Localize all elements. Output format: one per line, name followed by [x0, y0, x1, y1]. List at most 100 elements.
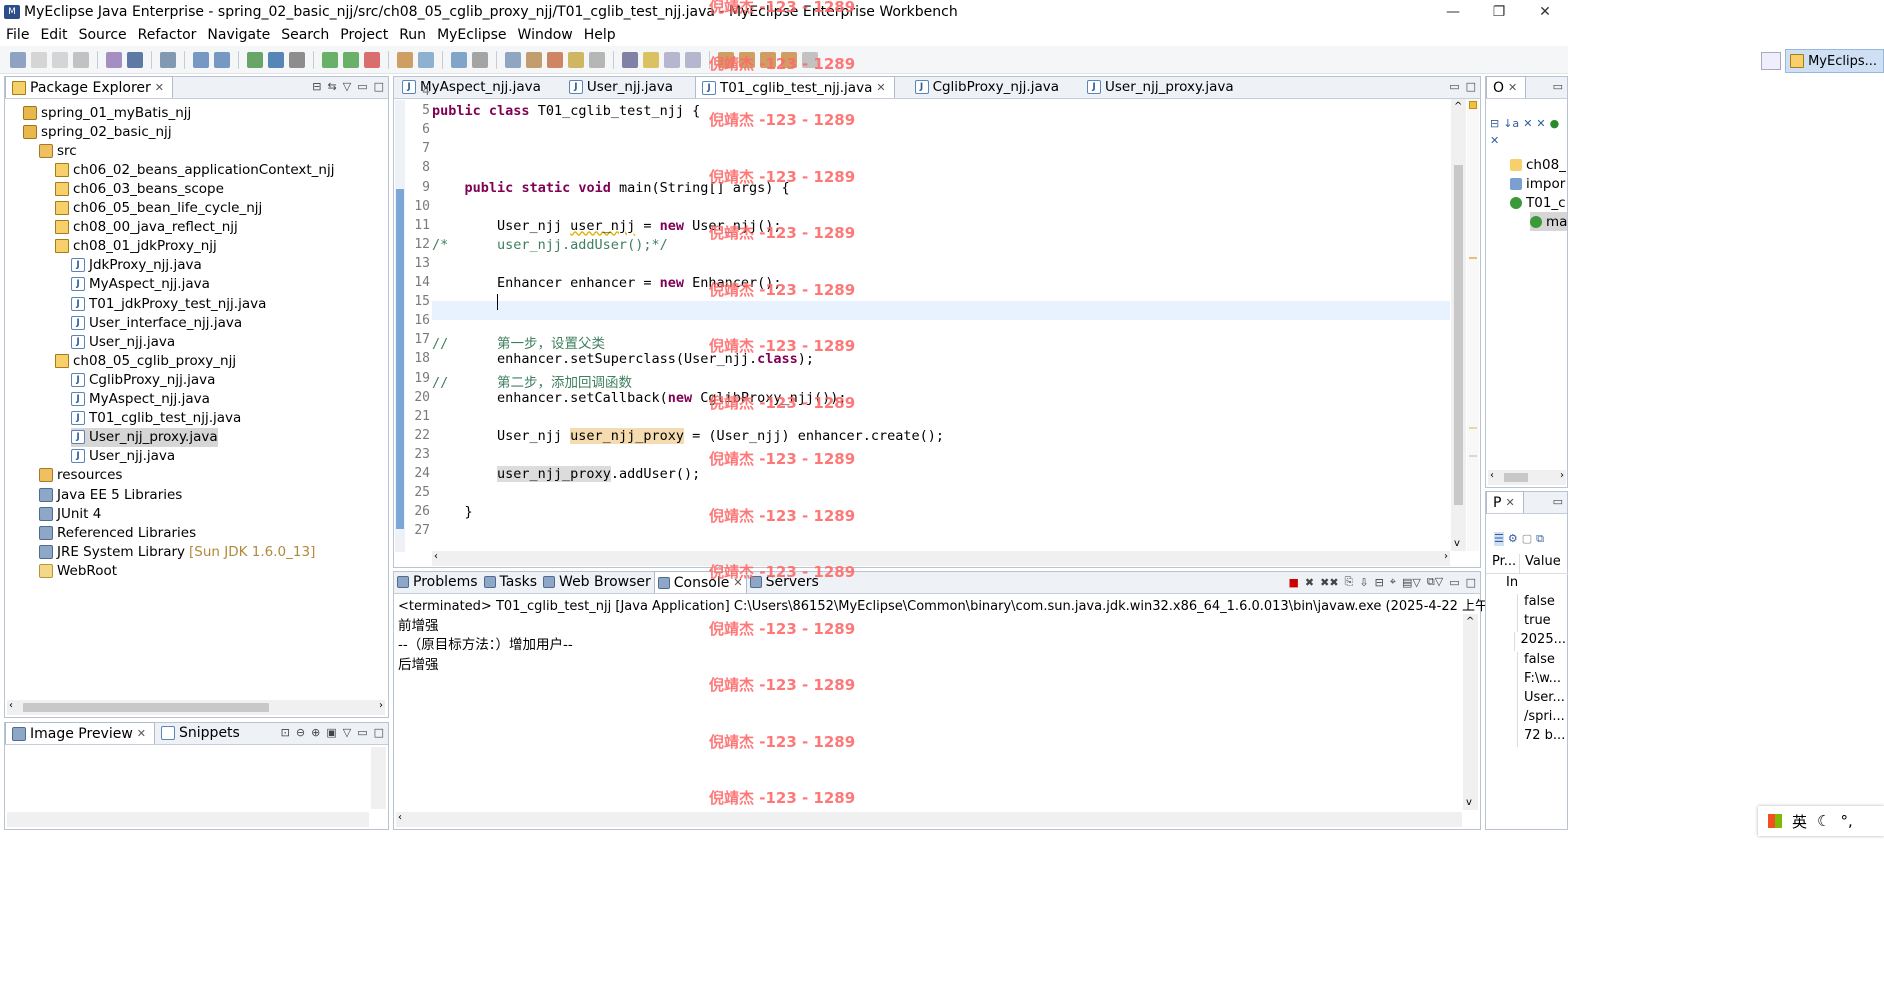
property-row[interactable]: false	[1486, 651, 1566, 671]
toolbar-tool-31-icon[interactable]	[589, 51, 605, 68]
remove-all-terminated-icon[interactable]: ✖✖	[1320, 576, 1338, 589]
restore-button[interactable]: ❐	[1476, 0, 1522, 24]
maximize-view-icon[interactable]: □	[1466, 80, 1476, 93]
tree-item[interactable]: Java EE 5 Libraries	[39, 485, 182, 504]
toolbar-tool-38-icon[interactable]	[718, 51, 734, 68]
tree-item[interactable]: J User_njj.java	[71, 332, 175, 351]
toolbar-tool-13-icon[interactable]	[247, 51, 263, 68]
tree-item[interactable]: src	[39, 141, 77, 160]
maximize-view-icon[interactable]: □	[1466, 576, 1476, 589]
toolbar-tool-0-icon[interactable]	[10, 51, 26, 68]
tab-servers[interactable]: Servers	[747, 571, 822, 593]
code-line[interactable]: }	[432, 504, 473, 520]
editor-horizontal-scrollbar[interactable]: ‹ ›	[432, 551, 1450, 566]
scroll-thumb[interactable]	[23, 703, 269, 712]
code-line[interactable]	[432, 294, 507, 311]
tab-package-explorer[interactable]: Package Explorer ✕	[5, 76, 173, 98]
restore-default-icon[interactable]: ▢	[1522, 532, 1532, 546]
tab-snippets[interactable]: Snippets	[155, 722, 248, 744]
tab-web-browser[interactable]: Web Browser	[540, 571, 654, 593]
menu-search[interactable]: Search	[275, 27, 334, 43]
scroll-down-icon[interactable]: v	[1466, 797, 1472, 808]
open-perspective-button[interactable]	[1761, 52, 1782, 70]
outline-horizontal-scrollbar[interactable]: ‹ ›	[1488, 470, 1566, 485]
tree-item[interactable]: J User_interface_njj.java	[71, 313, 242, 332]
toolbar-tool-42-icon[interactable]	[802, 51, 818, 68]
toolbar-tool-3-icon[interactable]	[73, 51, 89, 68]
clear-console-icon[interactable]: ⎘	[1345, 575, 1354, 589]
tree-item[interactable]: J User_njj.java	[71, 447, 175, 466]
toolbar-tool-15-icon[interactable]	[289, 51, 305, 68]
ime-language-indicator[interactable]: 英	[1792, 811, 1807, 832]
occurrence-marker[interactable]	[1469, 455, 1477, 457]
console-horizontal-scrollbar[interactable]: ‹	[396, 812, 1462, 827]
minimize-button[interactable]: —	[1430, 0, 1476, 24]
menu-window[interactable]: Window	[512, 27, 578, 43]
menu-file[interactable]: File	[0, 27, 34, 43]
code-line[interactable]: enhancer.setCallback(new CglibProxy_njj(…	[432, 390, 847, 406]
toolbar-tool-28-icon[interactable]	[526, 51, 542, 68]
close-icon[interactable]: ✕	[155, 81, 164, 94]
close-icon[interactable]: ✕	[876, 81, 885, 94]
toolbar-tool-33-icon[interactable]	[622, 51, 638, 68]
scroll-down-icon[interactable]: v	[1454, 538, 1460, 549]
show-on-output-icon[interactable]: ⊟	[1375, 576, 1384, 589]
code-area[interactable]: 4 5 public class T01_cglib_test_njj {6 7 8 9 …	[406, 84, 1450, 551]
minimize-view-icon[interactable]: ▭	[1553, 80, 1563, 93]
scroll-left-icon[interactable]: ‹	[434, 551, 438, 562]
code-line[interactable]: public class T01_cglib_test_njj {	[432, 103, 700, 119]
link-with-editor-icon[interactable]: ⇆	[328, 80, 337, 93]
properties-group[interactable]: In	[1506, 575, 1518, 590]
windows-logo-icon[interactable]	[1768, 814, 1782, 828]
toolbar-tool-39-icon[interactable]	[739, 51, 755, 68]
menu-help[interactable]: Help	[578, 27, 621, 43]
tree-item[interactable]: J CglibProxy_njj.java	[71, 370, 215, 389]
occurrence-marker[interactable]	[1469, 427, 1477, 429]
remove-launch-icon[interactable]: ✖	[1305, 576, 1314, 589]
toolbar-tool-27-icon[interactable]	[505, 51, 521, 68]
tree-horizontal-scrollbar[interactable]: ‹ ›	[7, 700, 385, 715]
editor-tab[interactable]: J CglibProxy_njj.java	[909, 76, 1067, 98]
scroll-left-icon[interactable]: ‹	[9, 700, 13, 711]
toolbar-tool-35-icon[interactable]	[664, 51, 680, 68]
close-icon[interactable]: ✕	[733, 576, 742, 589]
scroll-left-icon[interactable]: ‹	[398, 812, 402, 823]
code-line[interactable]: user_njj_proxy.addUser();	[432, 466, 700, 482]
outline-item[interactable]: ch08_	[1510, 155, 1566, 174]
tree-item[interactable]: J T01_jdkProxy_test_njj.java	[71, 294, 266, 313]
pin-properties-icon[interactable]: ⧉	[1536, 532, 1544, 546]
tree-item[interactable]: spring_02_basic_njj	[23, 122, 172, 141]
minimize-view-icon[interactable]: ▭	[1449, 576, 1459, 589]
scroll-lock-icon[interactable]: ⇩	[1359, 576, 1368, 589]
menu-project[interactable]: Project	[334, 27, 393, 43]
toolbar-tool-34-icon[interactable]	[643, 51, 659, 68]
toolbar-tool-41-icon[interactable]	[781, 51, 797, 68]
tree-item[interactable]: ch08_00_java_reflect_njj	[55, 218, 238, 237]
property-row[interactable]: 72 b...	[1486, 728, 1566, 748]
show-categories-icon[interactable]: ☰	[1494, 532, 1504, 546]
toolbar-tool-24-icon[interactable]	[451, 51, 467, 68]
tree-item[interactable]: J JdkProxy_njj.java	[71, 256, 202, 275]
view-menu-icon[interactable]: ▽	[343, 80, 351, 93]
editor-tab[interactable]: J T01_cglib_test_njj.java ✕	[695, 76, 895, 98]
column-property[interactable]: Pr...	[1486, 554, 1520, 573]
code-line[interactable]: // 第二步，添加回调函数	[432, 371, 632, 391]
open-console-icon[interactable]: ⧉▽	[1427, 575, 1443, 589]
perspective-myeclipse[interactable]: MyEclips...	[1785, 49, 1884, 73]
hide-local-types-icon[interactable]: ✕	[1490, 134, 1499, 147]
terminate-icon[interactable]: ■	[1288, 576, 1298, 589]
tree-item[interactable]: ch08_05_cglib_proxy_njj	[55, 351, 236, 370]
tab-problems[interactable]: Problems	[394, 571, 481, 593]
tree-item[interactable]: ch06_02_beans_applicationContext_njj	[55, 160, 334, 179]
close-icon[interactable]: ✕	[1508, 81, 1517, 94]
tree-item[interactable]: resources	[39, 466, 122, 485]
code-line[interactable]: /* user_njj.addUser();*/	[432, 237, 668, 253]
minimize-view-icon[interactable]: ▭	[357, 80, 367, 93]
maximize-view-icon[interactable]: □	[374, 726, 384, 739]
close-icon[interactable]: ✕	[1505, 496, 1514, 509]
hide-fields-icon[interactable]: ✕	[1523, 117, 1532, 130]
hide-nonpublic-icon[interactable]: ●	[1550, 117, 1560, 130]
outline-item[interactable]: impor	[1510, 174, 1565, 193]
scroll-up-icon[interactable]: ^	[1466, 616, 1474, 627]
scroll-thumb[interactable]	[1504, 473, 1528, 482]
